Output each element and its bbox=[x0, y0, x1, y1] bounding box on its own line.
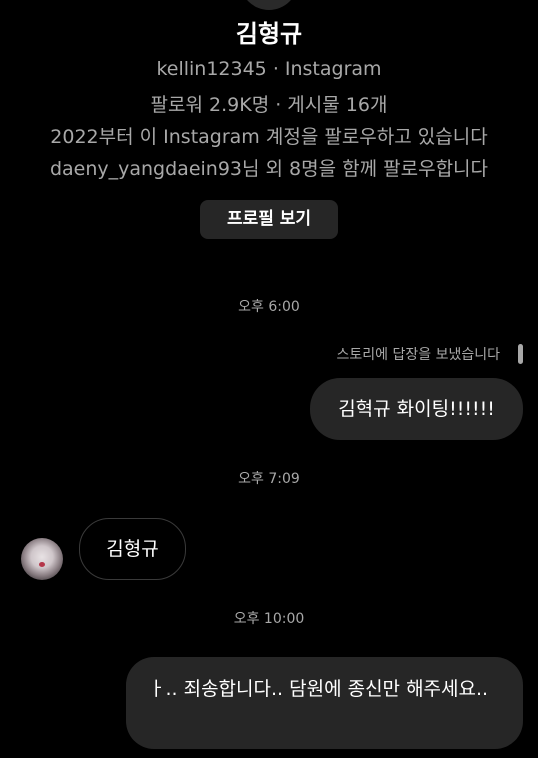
outgoing-message-bubble[interactable]: ㅏ.. 죄송합니다.. 담원에 종신만 해주세요.. bbox=[126, 657, 523, 749]
outgoing-message-bubble[interactable]: 김혁규 화이팅!!!!!! bbox=[310, 378, 523, 440]
profile-name: 김형규 bbox=[235, 20, 303, 48]
profile-stats: 팔로워 2.9K명 · 게시물 16개 bbox=[150, 94, 388, 116]
profile-avatar[interactable] bbox=[240, 0, 298, 10]
incoming-message-bubble[interactable]: 김형규 bbox=[79, 518, 186, 580]
profile-mutual-follows: daeny_yangdaein93님 외 8명을 함께 팔로우합니다 bbox=[49, 158, 489, 180]
profile-handle: kellin12345 · Instagram bbox=[156, 58, 382, 80]
message-timestamp: 오후 7:09 bbox=[238, 471, 300, 487]
message-timestamp: 오후 10:00 bbox=[233, 611, 305, 627]
sender-avatar[interactable] bbox=[21, 538, 63, 580]
view-profile-button[interactable]: 프로필 보기 bbox=[200, 200, 338, 239]
profile-follow-since: 2022부터 이 Instagram 계정을 팔로우하고 있습니다 bbox=[50, 126, 488, 148]
avatar-detail bbox=[39, 562, 45, 567]
story-thumbnail-indicator[interactable] bbox=[518, 344, 523, 364]
story-reply-note: 스토리에 답장을 보냈습니다 bbox=[336, 347, 500, 363]
message-timestamp: 오후 6:00 bbox=[238, 299, 300, 315]
